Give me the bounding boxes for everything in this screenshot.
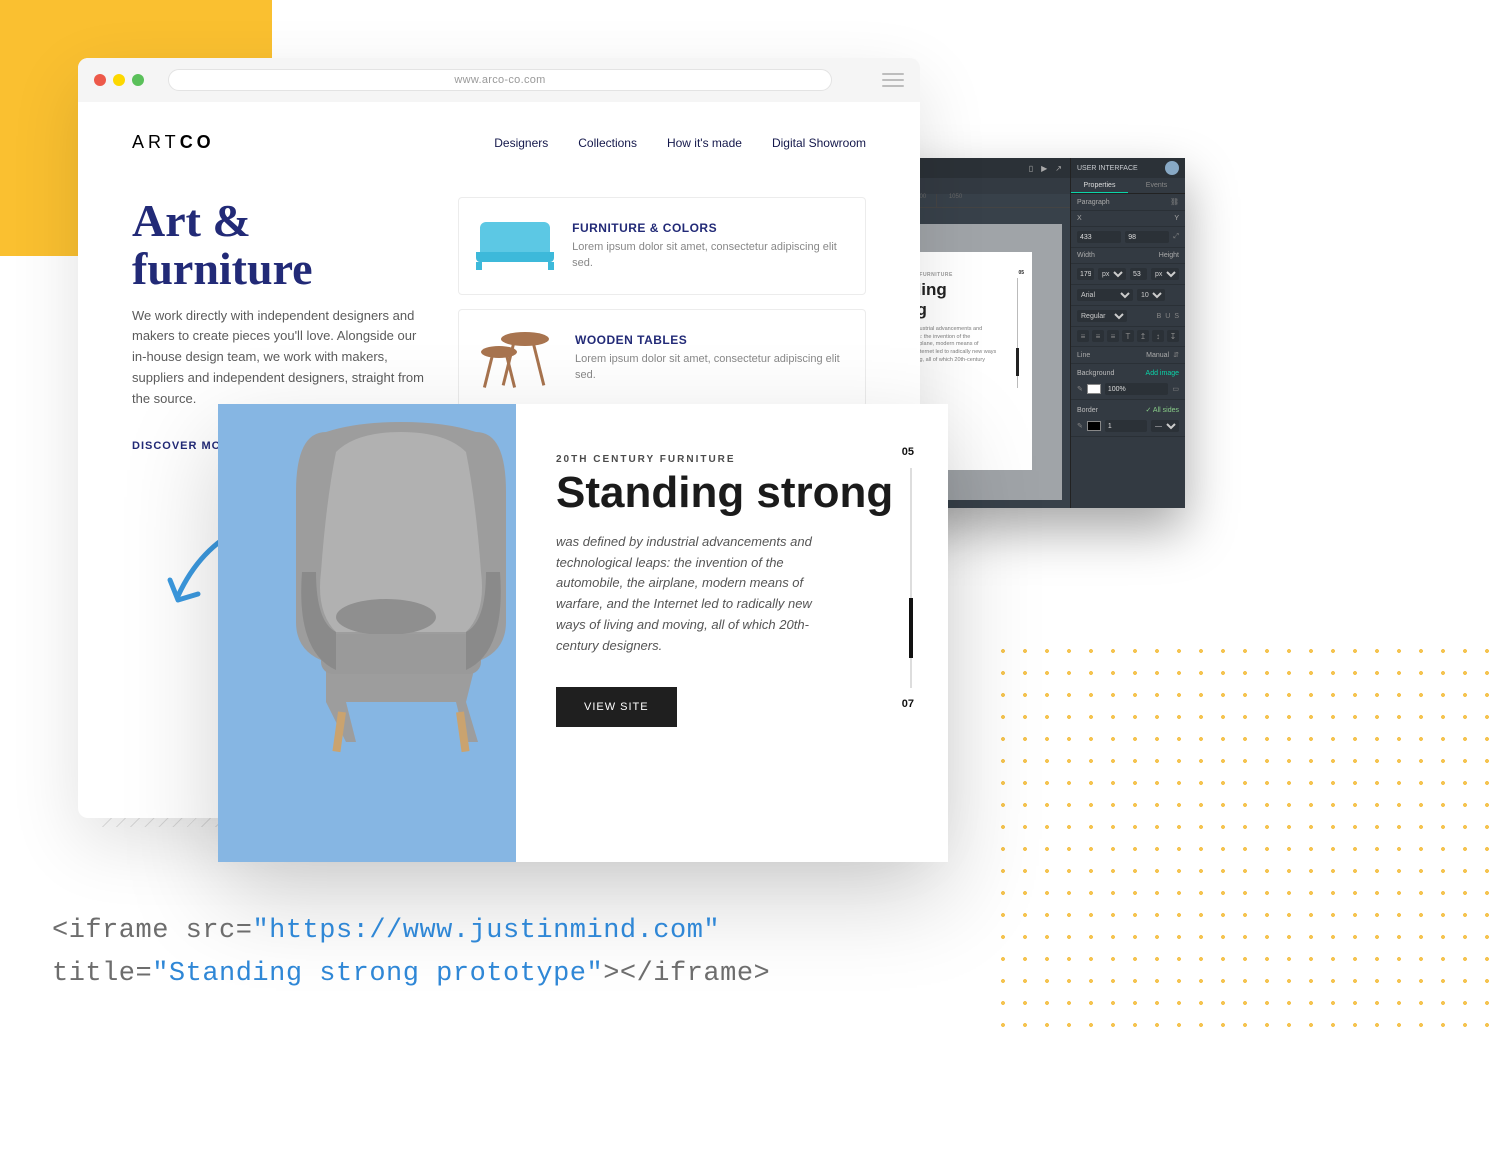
device-icon[interactable]: ▯ [1029,164,1033,173]
armchair-icon [266,422,536,762]
weight-select[interactable]: Regular [1077,310,1127,322]
font-select[interactable]: Arial [1077,289,1133,301]
bg-swatch[interactable] [1087,384,1101,394]
feature-card[interactable]: FURNITURE & COLORS Lorem ipsum dolor sit… [458,197,866,295]
slider-bottom-num: 07 [902,698,914,710]
view-site-button[interactable]: VIEW SITE [556,687,677,727]
close-icon[interactable] [94,74,106,86]
border-width[interactable] [1105,420,1147,432]
headline: Art & furniture [132,197,432,294]
bg-preview-icon[interactable]: ▭ [1172,385,1179,393]
url-bar[interactable]: www.arco-co.com [168,69,832,91]
traffic-lights [94,74,144,86]
table-icon [473,324,559,392]
slider-top-num: 05 [902,446,914,458]
progress-slider[interactable]: 05 07 [910,468,912,688]
play-icon[interactable]: ▶ [1041,164,1047,173]
eyedropper-icon[interactable]: ✎ [1077,422,1083,430]
mini-slider [1017,278,1018,388]
valign-mid-icon[interactable]: ↕ [1152,330,1164,342]
eyedropper-icon[interactable]: ✎ [1077,385,1083,393]
article-kicker: 20TH CENTURY FURNITURE [556,454,908,465]
card-title: WOODEN TABLES [575,333,851,347]
main-menu: Designers Collections How it's made Digi… [494,136,866,150]
user-label[interactable]: USER INTERFACE [1077,165,1138,172]
lock-icon[interactable]: ⤢ [1173,233,1179,241]
strike-icon[interactable]: S [1174,313,1179,320]
avatar[interactable] [1165,161,1179,175]
nav-link[interactable]: Digital Showroom [772,136,866,150]
align-left-icon[interactable]: ≡ [1077,330,1089,342]
align-center-icon[interactable]: ≡ [1092,330,1104,342]
mini-slider-top: 05 [1018,270,1024,276]
border-label: Border [1077,407,1098,414]
align-right-icon[interactable]: ≡ [1107,330,1119,342]
bg-label: Background [1077,370,1114,377]
height-input[interactable] [1130,268,1147,280]
bg-opacity[interactable] [1105,383,1169,395]
font-size-select[interactable]: 10 [1137,289,1165,301]
top-nav: ARTCO Designers Collections How it's mad… [132,132,866,153]
preview-controls: ▯ ▶ ↗ [1029,164,1062,173]
inspector-panel: USER INTERFACE Properties Events Paragra… [1070,158,1185,508]
minimize-icon[interactable] [113,74,125,86]
article-image [218,404,516,862]
element-type: Paragraph [1077,199,1110,206]
feature-card[interactable]: WOODEN TABLES Lorem ipsum dolor sit amet… [458,309,866,407]
underline-icon[interactable]: U [1165,313,1170,320]
browser-chrome: www.arco-co.com [78,58,920,102]
maximize-icon[interactable] [132,74,144,86]
menu-icon[interactable] [882,73,904,87]
valign-bot-icon[interactable]: ↧ [1167,330,1179,342]
intro-text: We work directly with independent design… [132,306,432,410]
add-image-link[interactable]: Add image [1146,370,1179,377]
panel-tabs: Properties Events [1071,178,1185,194]
card-text: Lorem ipsum dolor sit amet, consectetur … [575,351,851,384]
text-icon[interactable]: T [1122,330,1134,342]
border-swatch[interactable] [1087,421,1101,431]
valign-top-icon[interactable]: ↥ [1137,330,1149,342]
card-text: Lorem ipsum dolor sit amet, consectetur … [572,239,851,272]
x-input[interactable] [1077,231,1121,243]
spacing-icon[interactable]: ⇵ [1173,351,1179,359]
share-icon[interactable]: ↗ [1055,164,1062,173]
nav-link[interactable]: Designers [494,136,548,150]
tab-properties[interactable]: Properties [1071,178,1128,193]
nav-link[interactable]: How it's made [667,136,742,150]
y-input[interactable] [1125,231,1169,243]
article-card: 20TH CENTURY FURNITURE Standing strong w… [218,404,948,862]
iframe-code-snippet: <iframe src="https://www.justinmind.com"… [52,910,770,996]
article-title: Standing strong [556,471,908,516]
link-icon[interactable]: ⛓ [1170,198,1179,206]
sofa-icon [473,212,556,280]
w-unit[interactable]: px [1098,268,1126,280]
h-unit[interactable]: px [1151,268,1179,280]
align-row: ≡≡ ≡T ↥↕ ↧ [1071,327,1185,347]
accent-dot-pattern [992,640,1500,1038]
all-sides[interactable]: ✓ All sides [1145,406,1179,414]
nav-link[interactable]: Collections [578,136,637,150]
manual-label[interactable]: Manual [1146,352,1169,359]
tab-events[interactable]: Events [1128,178,1185,193]
slider-fill [909,598,913,658]
article-body: was defined by industrial advancements a… [556,532,816,657]
width-input[interactable] [1077,268,1094,280]
card-title: FURNITURE & COLORS [572,221,851,235]
bold-icon[interactable]: B [1157,313,1162,320]
site-logo[interactable]: ARTCO [132,132,215,153]
border-style[interactable]: — [1151,420,1179,432]
